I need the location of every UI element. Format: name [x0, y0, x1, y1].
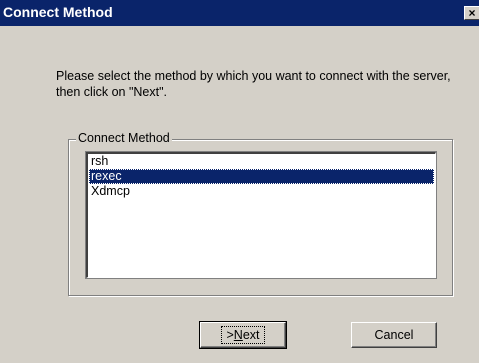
next-button[interactable]: >Next	[199, 321, 287, 349]
connect-method-listbox[interactable]: rsh rexec Xdmcp	[85, 151, 437, 279]
next-button-label: >Next	[221, 326, 265, 344]
window-title: Connect Method	[3, 4, 113, 20]
list-item-rsh[interactable]: rsh	[89, 154, 434, 169]
connect-method-dialog: Connect Method × Please select the metho…	[0, 0, 479, 363]
list-item-xdmcp[interactable]: Xdmcp	[89, 184, 434, 199]
groupbox-label: Connect Method	[76, 131, 172, 146]
title-bar[interactable]: Connect Method ×	[0, 0, 479, 26]
close-icon[interactable]: ×	[464, 6, 479, 20]
instructions-text: Please select the method by which you wa…	[56, 69, 451, 99]
cancel-button[interactable]: Cancel	[351, 322, 437, 348]
list-item-rexec[interactable]: rexec	[89, 169, 434, 184]
